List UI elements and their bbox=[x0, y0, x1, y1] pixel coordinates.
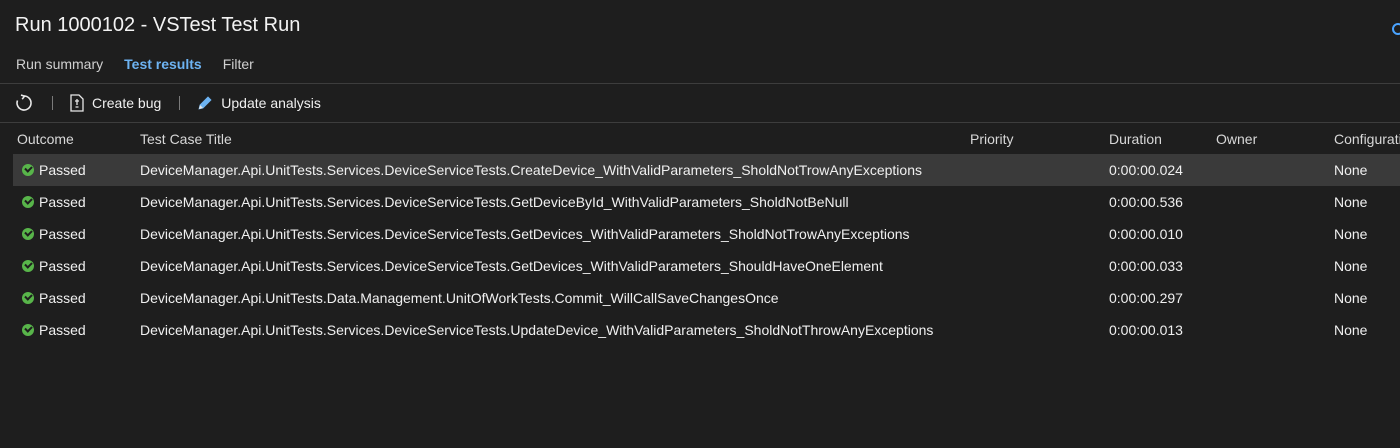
configuration: None bbox=[1334, 258, 1368, 274]
outcome-text: Passed bbox=[39, 290, 86, 306]
page-title: Run 1000102 - VSTest Test Run bbox=[15, 14, 301, 36]
configuration: None bbox=[1334, 226, 1368, 242]
duration: 0:00:00.010 bbox=[1109, 226, 1183, 242]
table-row[interactable]: Passed DeviceManager.Api.UnitTests.Servi… bbox=[13, 186, 1400, 218]
outcome-cell: Passed bbox=[13, 322, 86, 338]
table-row[interactable]: Passed DeviceManager.Api.UnitTests.Servi… bbox=[13, 218, 1400, 250]
column-header-title[interactable]: Test Case Title bbox=[140, 131, 232, 147]
passed-check-icon bbox=[22, 260, 34, 272]
outcome-cell: Passed bbox=[13, 194, 86, 210]
configuration: None bbox=[1334, 290, 1368, 306]
configuration: None bbox=[1334, 194, 1368, 210]
outcome-text: Passed bbox=[39, 162, 86, 178]
toolbar-divider bbox=[0, 122, 1400, 123]
outcome-text: Passed bbox=[39, 322, 86, 338]
configuration: None bbox=[1334, 322, 1368, 338]
outcome-text: Passed bbox=[39, 226, 86, 242]
refresh-icon bbox=[16, 94, 32, 111]
column-header-priority[interactable]: Priority bbox=[970, 131, 1014, 147]
duration: 0:00:00.536 bbox=[1109, 194, 1183, 210]
tab-divider bbox=[0, 83, 1400, 84]
duration: 0:00:00.013 bbox=[1109, 322, 1183, 338]
create-bug-label: Create bug bbox=[92, 95, 162, 111]
table-header: Outcome Test Case Title Priority Duratio… bbox=[0, 131, 1400, 149]
column-header-owner[interactable]: Owner bbox=[1216, 131, 1257, 147]
tab-filter[interactable]: Filter bbox=[223, 56, 254, 76]
test-title: DeviceManager.Api.UnitTests.Services.Dev… bbox=[140, 194, 849, 210]
passed-check-icon bbox=[22, 196, 34, 208]
results-table-body: Passed DeviceManager.Api.UnitTests.Servi… bbox=[0, 154, 1400, 346]
column-header-duration[interactable]: Duration bbox=[1109, 131, 1162, 147]
pencil-icon bbox=[198, 96, 212, 110]
outcome-text: Passed bbox=[39, 194, 86, 210]
duration: 0:00:00.297 bbox=[1109, 290, 1183, 306]
table-row[interactable]: Passed DeviceManager.Api.UnitTests.Servi… bbox=[13, 250, 1400, 282]
duration: 0:00:00.024 bbox=[1109, 162, 1183, 178]
test-title: DeviceManager.Api.UnitTests.Services.Dev… bbox=[140, 322, 934, 338]
test-title: DeviceManager.Api.UnitTests.Services.Dev… bbox=[140, 226, 910, 242]
table-row[interactable]: Passed DeviceManager.Api.UnitTests.Data.… bbox=[13, 282, 1400, 314]
table-row[interactable]: Passed DeviceManager.Api.UnitTests.Servi… bbox=[13, 314, 1400, 346]
test-title: DeviceManager.Api.UnitTests.Services.Dev… bbox=[140, 162, 922, 178]
info-icon[interactable] bbox=[1392, 23, 1400, 35]
tab-run-summary[interactable]: Run summary bbox=[16, 56, 103, 76]
update-analysis-label: Update analysis bbox=[221, 95, 321, 111]
toolbar-separator bbox=[179, 96, 181, 110]
passed-check-icon bbox=[22, 324, 34, 336]
test-title: DeviceManager.Api.UnitTests.Services.Dev… bbox=[140, 258, 883, 274]
passed-check-icon bbox=[22, 292, 34, 304]
table-row[interactable]: Passed DeviceManager.Api.UnitTests.Servi… bbox=[13, 154, 1400, 186]
outcome-text: Passed bbox=[39, 258, 86, 274]
outcome-cell: Passed bbox=[13, 162, 86, 178]
tab-bar: Run summary Test results Filter bbox=[16, 56, 275, 76]
update-analysis-button[interactable]: Update analysis bbox=[196, 94, 321, 112]
toolbar: Create bug Update analysis bbox=[14, 92, 321, 114]
configuration: None bbox=[1334, 162, 1368, 178]
toolbar-separator bbox=[52, 96, 53, 110]
column-header-outcome[interactable]: Outcome bbox=[17, 131, 74, 147]
passed-check-icon bbox=[22, 228, 34, 240]
outcome-cell: Passed bbox=[13, 226, 86, 242]
bug-icon bbox=[70, 94, 84, 112]
create-bug-button[interactable]: Create bug bbox=[69, 94, 161, 112]
duration: 0:00:00.033 bbox=[1109, 258, 1183, 274]
test-title: DeviceManager.Api.UnitTests.Data.Managem… bbox=[140, 290, 779, 306]
outcome-cell: Passed bbox=[13, 258, 86, 274]
refresh-button[interactable] bbox=[14, 93, 34, 113]
outcome-cell: Passed bbox=[13, 290, 86, 306]
column-header-configuration[interactable]: Configuratio bbox=[1334, 131, 1400, 147]
tab-test-results[interactable]: Test results bbox=[124, 56, 202, 76]
passed-check-icon bbox=[22, 164, 34, 176]
